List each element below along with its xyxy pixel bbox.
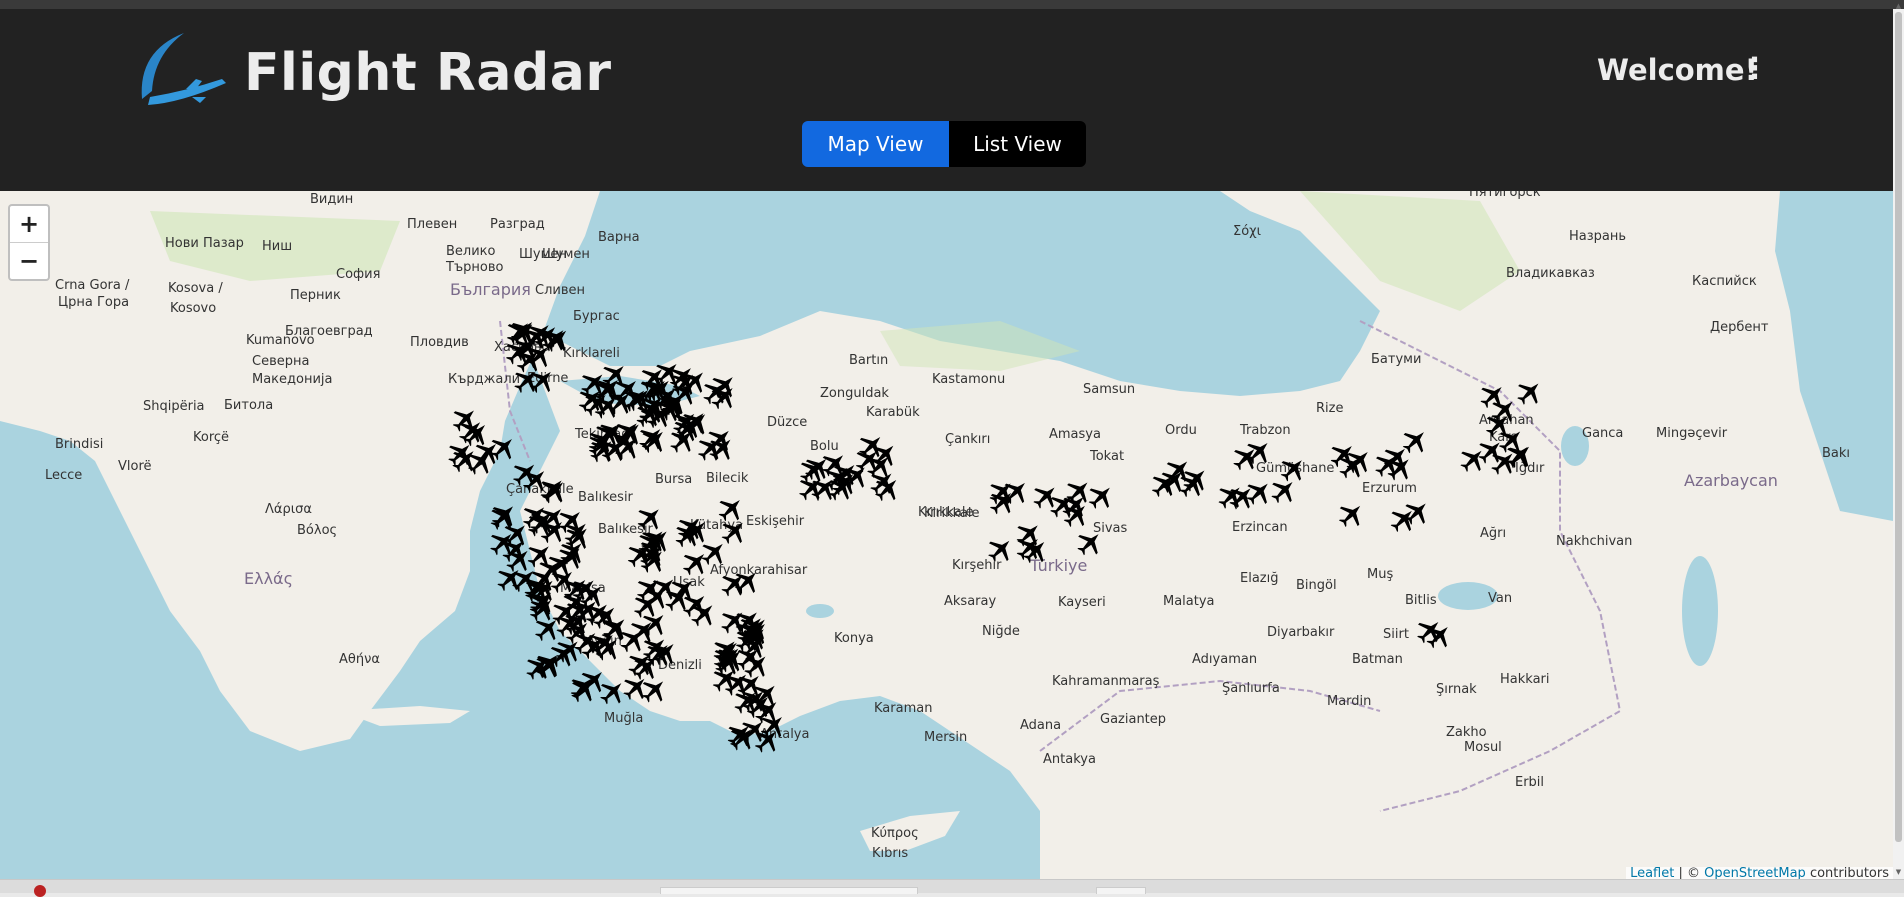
flight-markers [448,322,1548,753]
airplane-icon[interactable] [595,674,631,710]
list-view-button[interactable]: List View [949,121,1086,167]
welcome-text: Welcome! [1597,53,1758,87]
app-navbar: Flight Radar Welcome! ⋮ Map View List Vi… [0,9,1893,191]
zoom-control: + − [8,204,50,281]
airplane-icon[interactable] [1333,497,1369,533]
airplane-icon[interactable] [1072,525,1108,561]
scrollbar-thumb[interactable] [1895,12,1902,842]
airplane-icon[interactable] [713,491,749,527]
map-container[interactable]: Видин Плевен Разград Варна Шумен Велико Търнов… [0,191,1893,879]
taskbar-tab-small[interactable] [1096,887,1146,894]
map-view-button[interactable]: Map View [802,121,949,167]
airplane-icon[interactable] [665,423,701,459]
status-indicator-icon [34,885,46,897]
airplane-icon[interactable] [722,717,758,753]
zoom-out-button[interactable]: − [10,243,48,279]
airplane-icon[interactable] [632,500,668,536]
airplane-icon[interactable] [1083,479,1119,515]
airplane-icon[interactable] [1228,440,1264,476]
browser-top-strip [0,0,1904,9]
airplane-icon[interactable] [983,532,1019,568]
airplane-icon[interactable] [1266,473,1302,509]
airplane-icon[interactable] [1399,495,1435,531]
airplane-icon[interactable] [1275,451,1311,487]
airplane-icon[interactable] [636,423,672,459]
user-menu-icon[interactable]: ⋮ [1740,51,1769,85]
scroll-up-icon[interactable]: ▲ [1895,2,1902,10]
airplane-icon[interactable] [509,363,545,399]
airplane-icon[interactable] [1512,375,1548,411]
taskbar-tab[interactable] [660,887,918,894]
airplane-logo-icon [141,33,226,105]
airplane-icon[interactable] [636,672,672,708]
zoom-in-button[interactable]: + [10,206,48,243]
airplane-icon[interactable] [716,514,752,550]
scroll-down-icon[interactable]: ▼ [1895,868,1902,876]
browser-bottom-strip [0,879,1904,893]
airplane-icon[interactable] [1241,434,1277,470]
airplane-icon[interactable] [1397,423,1433,459]
view-toggle: Map View List View [802,121,1086,167]
brand[interactable]: Flight Radar [136,31,611,115]
app-title: Flight Radar [244,43,612,103]
